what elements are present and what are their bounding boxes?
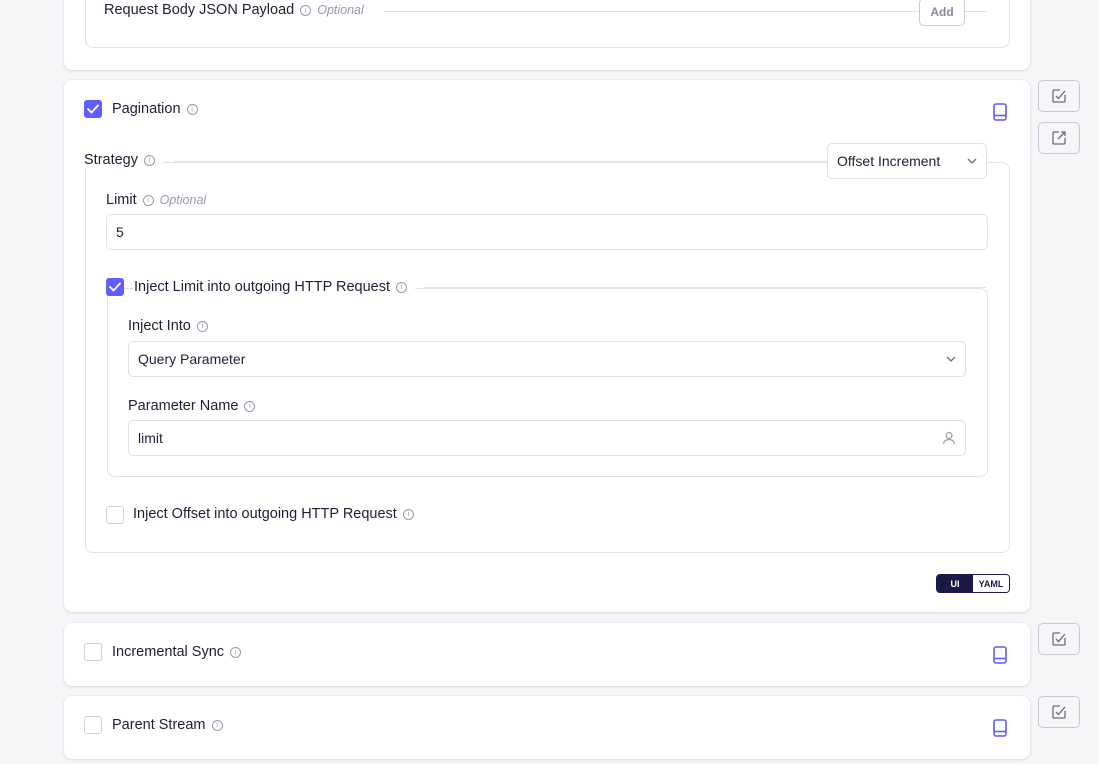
incremental-sync-edit-button[interactable] xyxy=(1038,623,1080,655)
info-icon[interactable]: i xyxy=(196,320,208,332)
strategy-label: Strategy i xyxy=(84,152,163,168)
parent-stream-card: Parent Stream i xyxy=(64,696,1030,759)
book-icon[interactable] xyxy=(993,719,1007,737)
inject-into-select-value: Query Parameter xyxy=(138,351,246,367)
limit-label-text: Limit xyxy=(106,192,137,208)
inject-limit-label-text: Inject Limit into outgoing HTTP Request xyxy=(134,279,391,295)
pagination-label: Pagination i xyxy=(112,101,206,117)
optional-tag: Optional xyxy=(317,3,364,17)
edit-check-icon xyxy=(1052,89,1066,103)
chevron-down-icon xyxy=(967,158,977,164)
divider xyxy=(967,11,988,12)
divider xyxy=(424,287,986,288)
pagination-label-text: Pagination xyxy=(112,101,181,117)
book-icon[interactable] xyxy=(993,646,1007,664)
parameter-name-label-text: Parameter Name xyxy=(128,398,239,414)
strategy-label-text: Strategy xyxy=(84,152,138,168)
limit-label: Limit i Optional xyxy=(106,192,215,208)
add-request-body-button[interactable]: Add xyxy=(919,0,965,26)
user-icon[interactable] xyxy=(942,431,956,445)
info-icon[interactable]: i xyxy=(142,194,154,206)
info-icon[interactable]: i xyxy=(186,103,198,115)
info-icon[interactable]: i xyxy=(230,646,242,658)
ui-toggle-option[interactable]: UI xyxy=(937,575,973,592)
inject-offset-label-text: Inject Offset into outgoing HTTP Request xyxy=(133,506,397,522)
inject-limit-checkbox[interactable] xyxy=(106,278,124,296)
edit-check-icon xyxy=(1052,705,1066,719)
chevron-down-icon xyxy=(946,356,956,362)
parameter-name-label: Parameter Name i xyxy=(128,398,264,414)
ui-yaml-toggle[interactable]: UI YAML xyxy=(936,574,1010,593)
parent-stream-label-text: Parent Stream xyxy=(112,717,206,733)
info-icon[interactable]: i xyxy=(211,719,223,731)
optional-tag: Optional xyxy=(159,193,207,207)
incremental-sync-card: Incremental Sync i xyxy=(64,623,1030,686)
pagination-checkbox[interactable] xyxy=(84,100,102,118)
inject-offset-checkbox[interactable] xyxy=(106,506,124,524)
strategy-select[interactable]: Offset Increment xyxy=(827,143,987,179)
parameter-name-input-value: limit xyxy=(138,430,163,446)
limit-input-value: 5 xyxy=(116,224,124,240)
pagination-open-button[interactable] xyxy=(1038,122,1080,154)
inject-limit-label: Inject Limit into outgoing HTTP Request … xyxy=(134,279,416,295)
info-icon[interactable]: i xyxy=(396,281,408,293)
book-icon[interactable] xyxy=(993,103,1007,121)
request-body-label-text: Request Body JSON Payload xyxy=(104,2,295,18)
inject-offset-label: Inject Offset into outgoing HTTP Request… xyxy=(133,506,422,522)
external-link-icon xyxy=(1052,131,1066,145)
parent-stream-checkbox[interactable] xyxy=(84,716,102,734)
inject-into-label: Inject Into i xyxy=(128,318,216,334)
parameter-name-input[interactable]: limit xyxy=(128,420,966,456)
info-icon[interactable]: i xyxy=(402,508,414,520)
edit-check-icon xyxy=(1052,632,1066,646)
info-icon[interactable]: i xyxy=(144,154,155,166)
strategy-select-value: Offset Increment xyxy=(837,153,941,169)
divider xyxy=(384,11,988,12)
info-icon[interactable]: i xyxy=(244,400,256,412)
incremental-sync-label: Incremental Sync i xyxy=(112,644,250,660)
request-body-label: Request Body JSON Payload i Optional xyxy=(104,2,372,18)
request-options-card: Request Body JSON Payload i Optional Add xyxy=(64,0,1030,70)
pagination-edit-button[interactable] xyxy=(1038,80,1080,112)
info-icon[interactable]: i xyxy=(300,4,312,16)
incremental-sync-checkbox[interactable] xyxy=(84,643,102,661)
inject-into-label-text: Inject Into xyxy=(128,318,191,334)
check-icon xyxy=(109,282,121,292)
parent-stream-edit-button[interactable] xyxy=(1038,696,1080,728)
pagination-card: Pagination i Strategy i Offset Increment… xyxy=(64,80,1030,612)
inject-into-select[interactable]: Query Parameter xyxy=(128,341,966,377)
yaml-toggle-option[interactable]: YAML xyxy=(973,575,1009,592)
parent-stream-label: Parent Stream i xyxy=(112,717,231,733)
check-icon xyxy=(87,104,99,114)
incremental-sync-label-text: Incremental Sync xyxy=(112,644,225,660)
limit-input[interactable]: 5 xyxy=(106,214,988,250)
divider xyxy=(174,161,828,162)
